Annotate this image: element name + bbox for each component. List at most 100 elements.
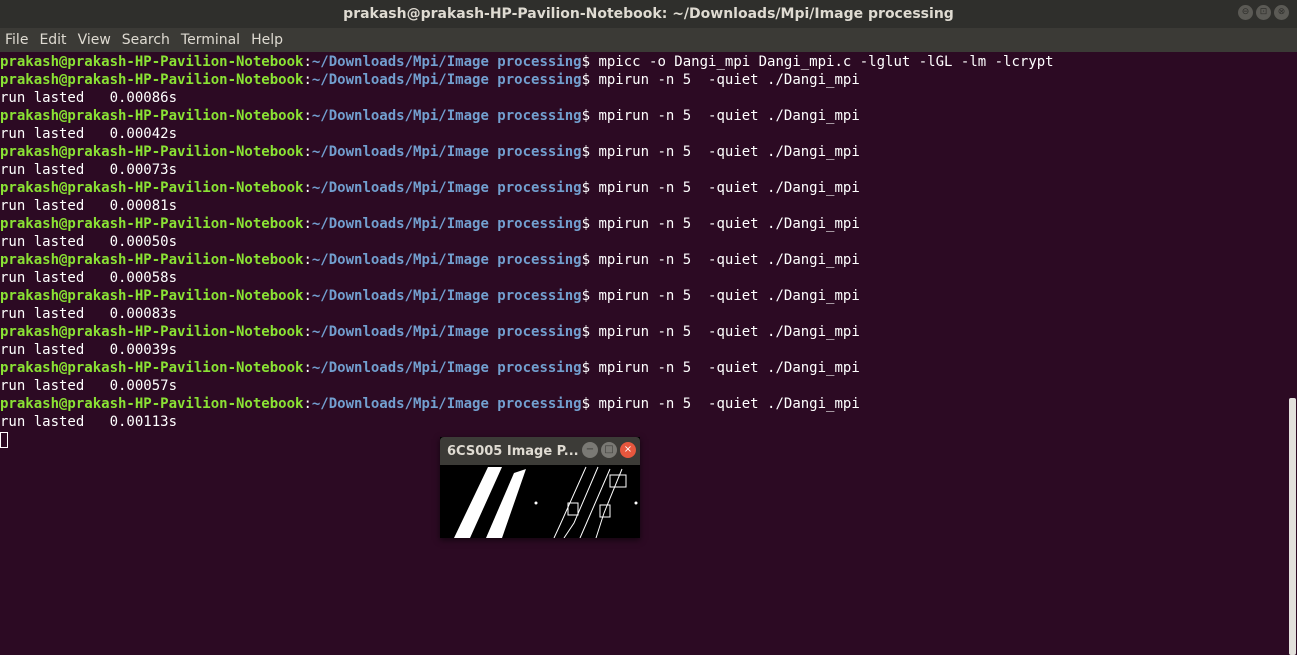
prompt-user: prakash@prakash-HP-Pavilion-Notebook <box>0 72 304 88</box>
terminal-command-line: prakash@prakash-HP-Pavilion-Notebook:~/D… <box>0 395 1287 413</box>
processed-image <box>440 465 640 538</box>
prompt-user: prakash@prakash-HP-Pavilion-Notebook <box>0 360 304 376</box>
prompt-user: prakash@prakash-HP-Pavilion-Notebook <box>0 216 304 232</box>
terminal-output-line: run lasted 0.00050s <box>0 234 178 250</box>
image-window[interactable]: 6CS005 Image P... − □ × <box>440 437 640 538</box>
prompt-path: ~/Downloads/Mpi/Image processing <box>311 108 582 124</box>
command-text: mpirun -n 5 -quiet ./Dangi_mpi <box>598 396 860 412</box>
prompt-user: prakash@prakash-HP-Pavilion-Notebook <box>0 252 304 268</box>
terminal-output-line: run lasted 0.00073s <box>0 162 178 178</box>
terminal-command-line: prakash@prakash-HP-Pavilion-Notebook:~/D… <box>0 179 1287 197</box>
terminal-output-line: run lasted 0.00083s <box>0 306 178 322</box>
menu-view[interactable]: View <box>73 28 117 52</box>
close-icon[interactable]: × <box>620 442 636 458</box>
command-text: mpirun -n 5 -quiet ./Dangi_mpi <box>598 324 860 340</box>
terminal-command-line: prakash@prakash-HP-Pavilion-Notebook:~/D… <box>0 143 1287 161</box>
terminal-output-line: run lasted 0.00081s <box>0 198 178 214</box>
terminal-command-line: prakash@prakash-HP-Pavilion-Notebook:~/D… <box>0 251 1287 269</box>
command-text: mpirun -n 5 -quiet ./Dangi_mpi <box>598 108 860 124</box>
menu-help[interactable]: Help <box>246 28 289 52</box>
terminal-output-line: run lasted 0.00039s <box>0 342 178 358</box>
prompt-path: ~/Downloads/Mpi/Image processing <box>311 288 582 304</box>
close-icon[interactable]: ⊗ <box>1274 5 1289 20</box>
prompt-user: prakash@prakash-HP-Pavilion-Notebook <box>0 288 304 304</box>
prompt-separator: : <box>303 288 312 304</box>
prompt-separator: : <box>303 72 312 88</box>
prompt-path: ~/Downloads/Mpi/Image processing <box>311 54 582 70</box>
terminal-output-line: run lasted 0.00042s <box>0 126 178 142</box>
prompt-path: ~/Downloads/Mpi/Image processing <box>311 144 582 160</box>
prompt-user: prakash@prakash-HP-Pavilion-Notebook <box>0 180 304 196</box>
command-text: mpirun -n 5 -quiet ./Dangi_mpi <box>598 72 860 88</box>
prompt-symbol: $ <box>581 72 599 88</box>
maximize-icon[interactable]: □ <box>601 442 617 458</box>
terminal-command-line: prakash@prakash-HP-Pavilion-Notebook:~/D… <box>0 359 1287 377</box>
window-controls: ⊖ ⊡ ⊗ <box>1238 5 1289 20</box>
prompt-symbol: $ <box>581 324 599 340</box>
terminal-output-line: run lasted 0.00086s <box>0 90 178 106</box>
prompt-separator: : <box>303 54 312 70</box>
menu-file[interactable]: File <box>0 28 34 52</box>
prompt-separator: : <box>303 396 312 412</box>
terminal-output-line: run lasted 0.00113s <box>0 414 178 430</box>
prompt-user: prakash@prakash-HP-Pavilion-Notebook <box>0 108 304 124</box>
menu-edit[interactable]: Edit <box>34 28 72 52</box>
prompt-path: ~/Downloads/Mpi/Image processing <box>311 216 582 232</box>
terminal-command-line: prakash@prakash-HP-Pavilion-Notebook:~/D… <box>0 215 1287 233</box>
terminal-command-line: prakash@prakash-HP-Pavilion-Notebook:~/D… <box>0 71 1287 89</box>
terminal-cursor-line <box>0 431 1287 449</box>
terminal-output[interactable]: prakash@prakash-HP-Pavilion-Notebook:~/D… <box>0 53 1287 655</box>
image-window-title: 6CS005 Image P... <box>447 443 579 459</box>
window-title: prakash@prakash-HP-Pavilion-Notebook: ~/… <box>343 6 954 22</box>
menu-search[interactable]: Search <box>117 28 176 52</box>
command-text: mpirun -n 5 -quiet ./Dangi_mpi <box>598 144 860 160</box>
terminal-command-line: prakash@prakash-HP-Pavilion-Notebook:~/D… <box>0 53 1287 71</box>
prompt-symbol: $ <box>581 288 599 304</box>
prompt-separator: : <box>303 324 312 340</box>
prompt-symbol: $ <box>581 144 599 160</box>
menu-bar: File Edit View Search Terminal Help <box>0 28 1297 52</box>
command-text: mpirun -n 5 -quiet ./Dangi_mpi <box>598 216 860 232</box>
prompt-symbol: $ <box>581 396 599 412</box>
prompt-user: prakash@prakash-HP-Pavilion-Notebook <box>0 396 304 412</box>
terminal-command-line: prakash@prakash-HP-Pavilion-Notebook:~/D… <box>0 323 1287 341</box>
prompt-separator: : <box>303 180 312 196</box>
prompt-separator: : <box>303 252 312 268</box>
terminal-output-line: run lasted 0.00057s <box>0 378 178 394</box>
image-window-titlebar[interactable]: 6CS005 Image P... − □ × <box>440 437 640 465</box>
menu-terminal[interactable]: Terminal <box>176 28 246 52</box>
prompt-symbol: $ <box>581 216 599 232</box>
prompt-path: ~/Downloads/Mpi/Image processing <box>311 180 582 196</box>
prompt-symbol: $ <box>581 360 599 376</box>
prompt-path: ~/Downloads/Mpi/Image processing <box>311 72 582 88</box>
command-text: mpirun -n 5 -quiet ./Dangi_mpi <box>598 252 860 268</box>
command-text: mpirun -n 5 -quiet ./Dangi_mpi <box>598 180 860 196</box>
image-window-controls: − □ × <box>582 442 636 458</box>
terminal-output-line: run lasted 0.00058s <box>0 270 178 286</box>
prompt-path: ~/Downloads/Mpi/Image processing <box>311 396 582 412</box>
prompt-separator: : <box>303 360 312 376</box>
text-cursor <box>0 432 8 448</box>
prompt-separator: : <box>303 108 312 124</box>
terminal-command-line: prakash@prakash-HP-Pavilion-Notebook:~/D… <box>0 107 1287 125</box>
prompt-path: ~/Downloads/Mpi/Image processing <box>311 360 582 376</box>
prompt-separator: : <box>303 144 312 160</box>
scrollbar-thumb[interactable] <box>1289 398 1296 655</box>
window-titlebar[interactable]: prakash@prakash-HP-Pavilion-Notebook: ~/… <box>0 0 1297 28</box>
minimize-icon[interactable]: ⊖ <box>1238 5 1253 20</box>
prompt-path: ~/Downloads/Mpi/Image processing <box>311 324 582 340</box>
maximize-icon[interactable]: ⊡ <box>1256 5 1271 20</box>
command-text: mpicc -o Dangi_mpi Dangi_mpi.c -lglut -l… <box>598 54 1054 70</box>
prompt-user: prakash@prakash-HP-Pavilion-Notebook <box>0 144 304 160</box>
prompt-path: ~/Downloads/Mpi/Image processing <box>311 252 582 268</box>
prompt-symbol: $ <box>581 54 599 70</box>
terminal-command-line: prakash@prakash-HP-Pavilion-Notebook:~/D… <box>0 287 1287 305</box>
terminal-scrollbar[interactable] <box>1287 53 1297 655</box>
minimize-icon[interactable]: − <box>582 442 598 458</box>
prompt-user: prakash@prakash-HP-Pavilion-Notebook <box>0 324 304 340</box>
prompt-symbol: $ <box>581 252 599 268</box>
command-text: mpirun -n 5 -quiet ./Dangi_mpi <box>598 360 860 376</box>
prompt-symbol: $ <box>581 180 599 196</box>
command-text: mpirun -n 5 -quiet ./Dangi_mpi <box>598 288 860 304</box>
prompt-symbol: $ <box>581 108 599 124</box>
